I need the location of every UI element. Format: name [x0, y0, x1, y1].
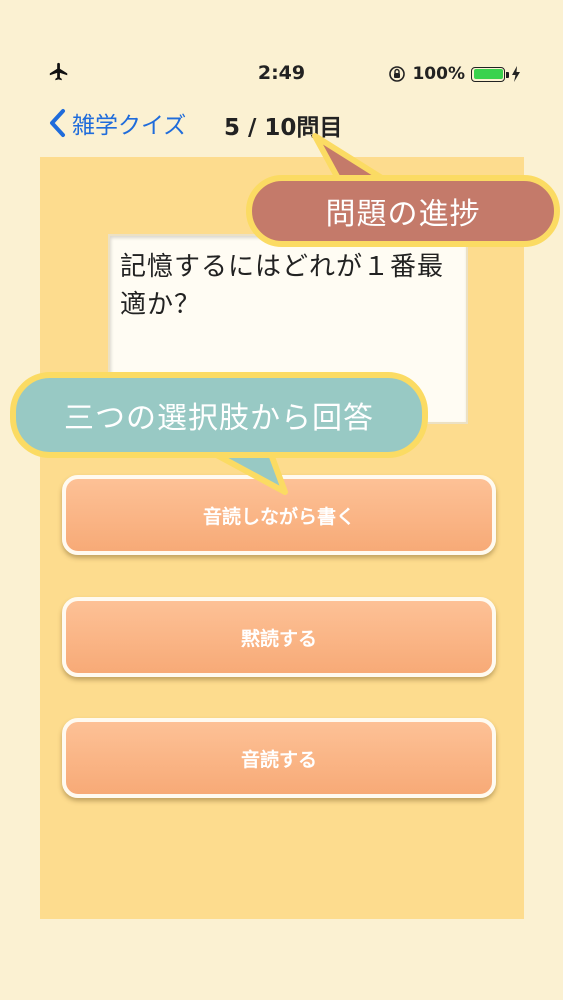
status-bar: 2:49 100% — [0, 60, 563, 90]
battery-icon — [471, 66, 509, 82]
back-button[interactable]: 雑学クイズ — [48, 106, 186, 140]
navigation-bar: 雑学クイズ 5 / 10問目 — [0, 100, 563, 146]
answer-button-3[interactable]: 音読する — [62, 718, 496, 798]
chevron-left-icon — [50, 109, 65, 137]
callout-answers: 三つの選択肢から回答 — [10, 372, 428, 458]
back-label: 雑学クイズ — [72, 113, 187, 139]
status-right: 100% — [388, 62, 521, 86]
charging-icon — [512, 66, 520, 82]
orientation-lock-icon — [389, 66, 406, 82]
answer-button-2[interactable]: 黙読する — [62, 597, 496, 677]
battery-percent: 100% — [412, 64, 465, 84]
callout-progress: 問題の進捗 — [246, 175, 560, 247]
